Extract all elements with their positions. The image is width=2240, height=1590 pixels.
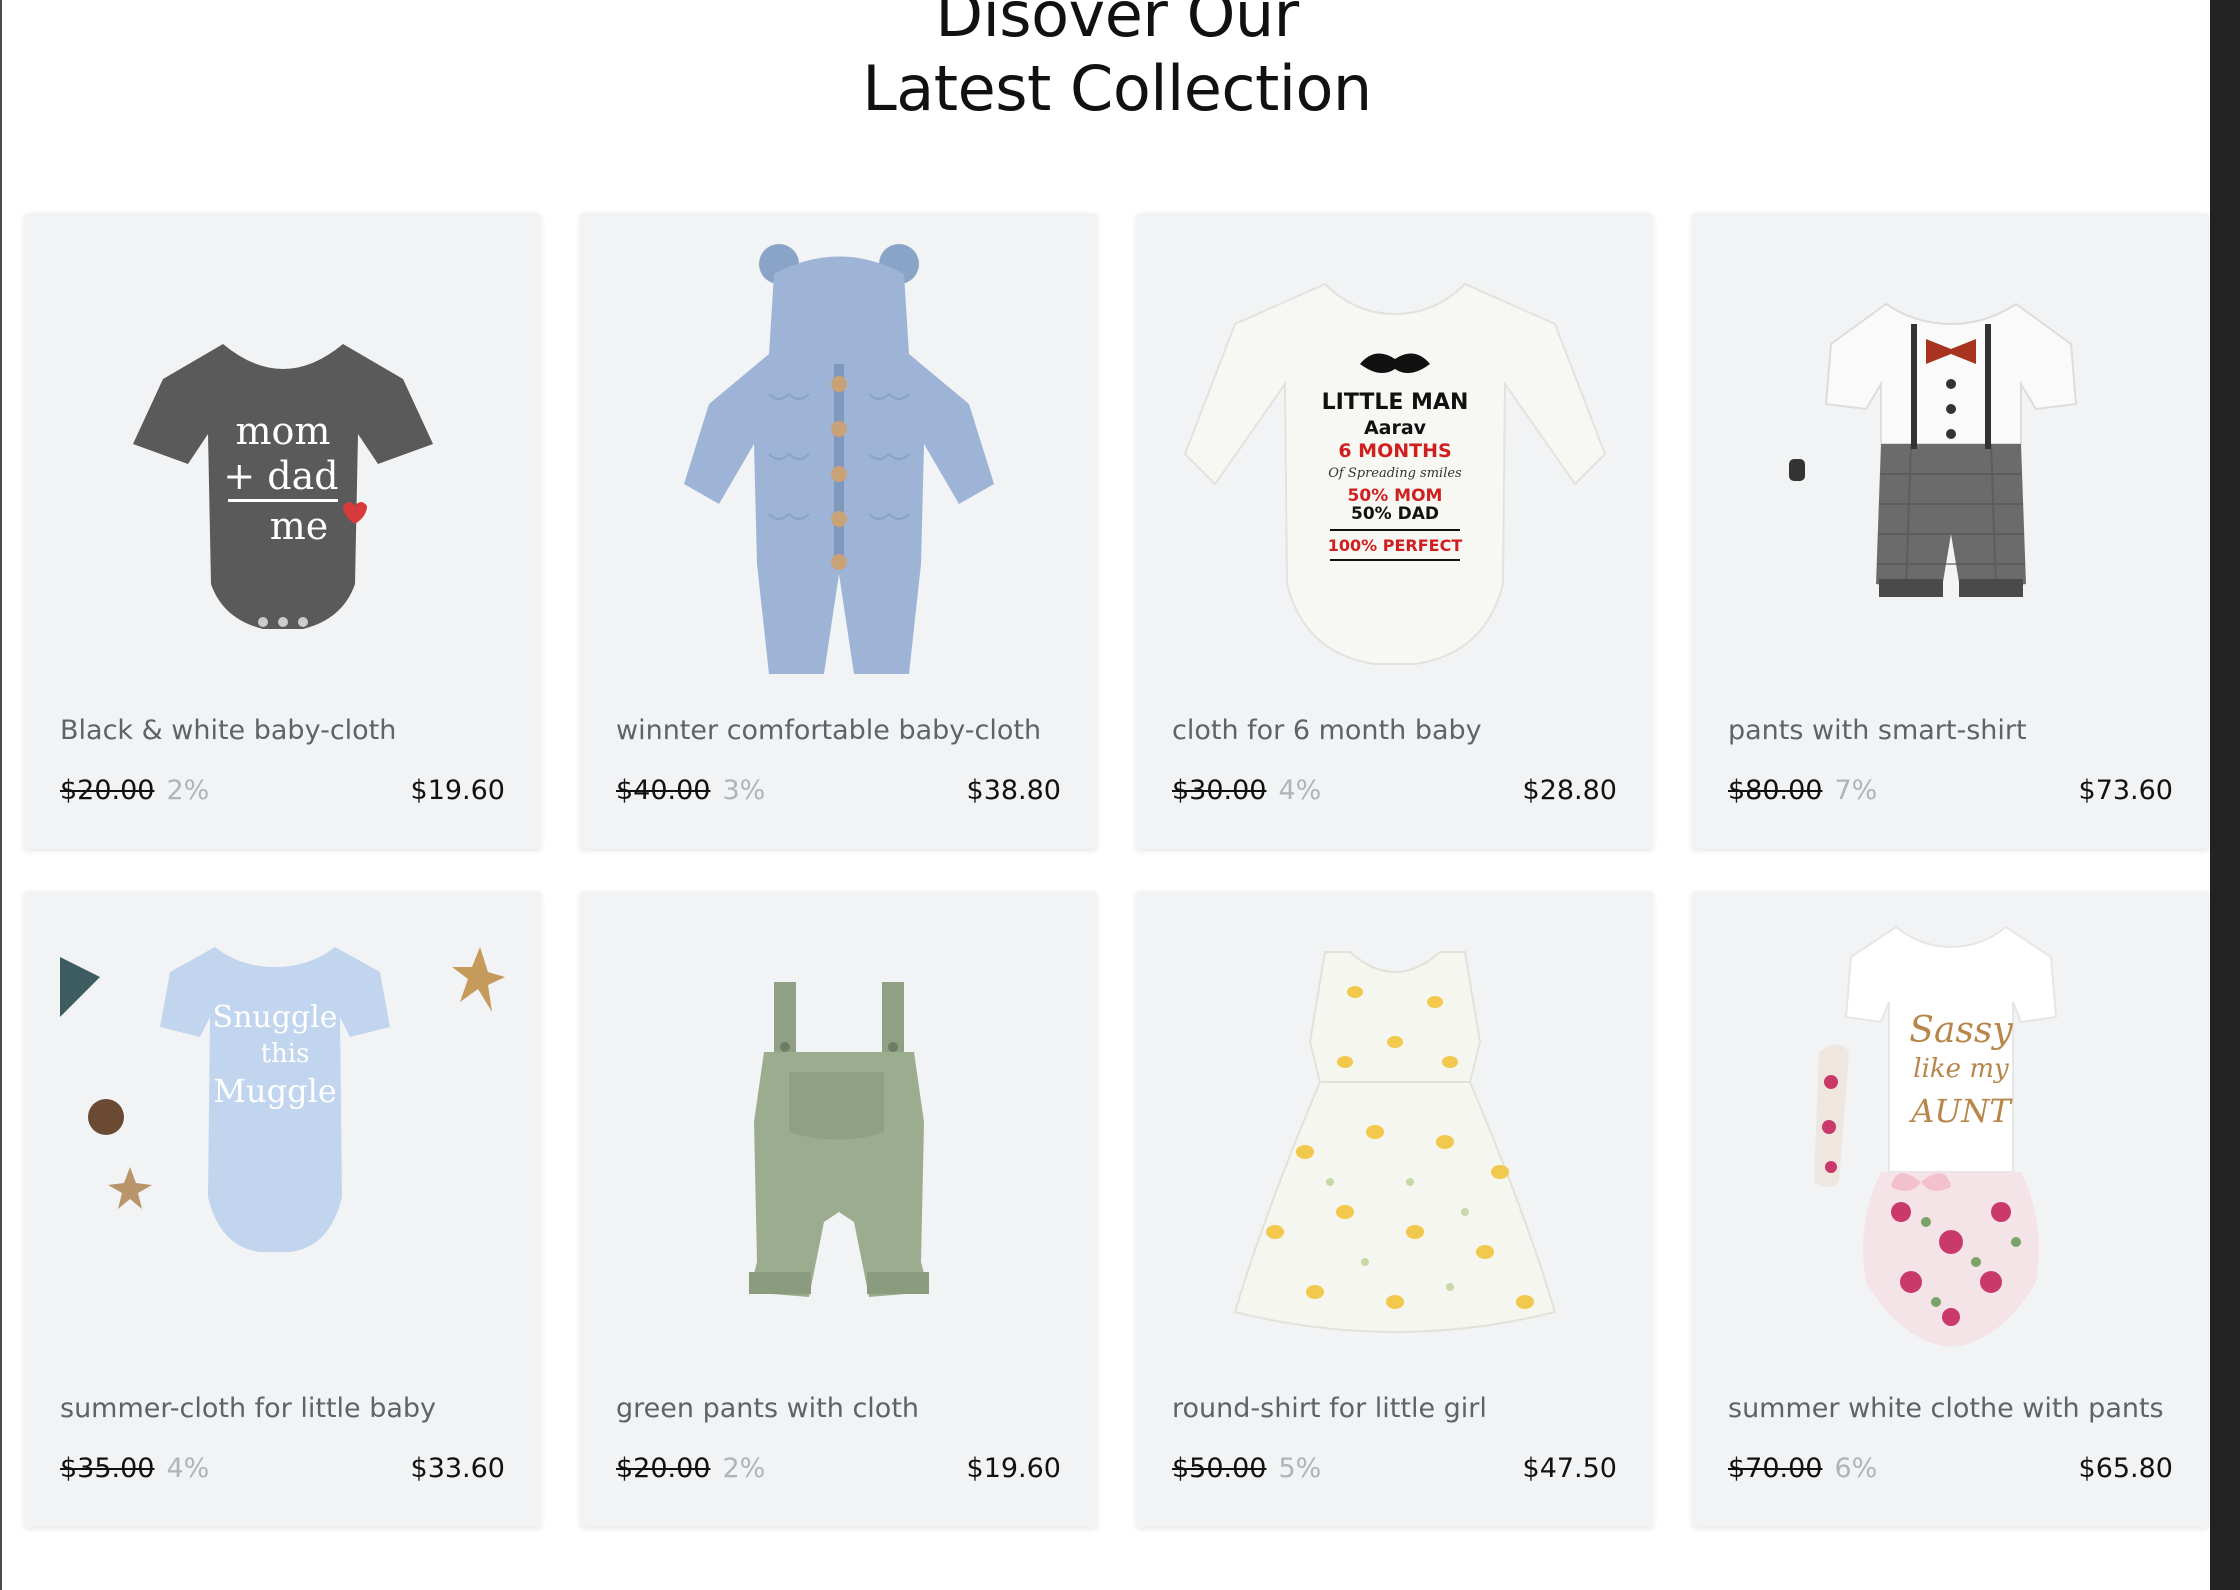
product-name[interactable]: cloth for 6 month baby bbox=[1172, 715, 1617, 746]
product-image[interactable]: Snuggle this Muggle bbox=[60, 927, 505, 1357]
discount-badge: 7% bbox=[1834, 775, 1878, 806]
product-name[interactable]: Black & white baby-cloth bbox=[60, 715, 505, 746]
window-left-border bbox=[0, 0, 2, 1590]
product-image[interactable]: LITTLE MAN Aarav 6 MONTHS Of Spreading s… bbox=[1172, 249, 1617, 679]
original-price: $30.00 bbox=[1172, 775, 1267, 806]
blue-knit-romper-image bbox=[683, 244, 994, 674]
bowtie-romper-image bbox=[1788, 302, 2077, 597]
onesie-text-4: Of Spreading smiles bbox=[1328, 466, 1462, 481]
green-overalls-image bbox=[748, 982, 929, 1297]
product-card[interactable]: mom + dad me Black & white baby-cloth $2… bbox=[24, 213, 541, 849]
onesie-text-7: 100% PERFECT bbox=[1327, 536, 1462, 555]
discount-badge: 5% bbox=[1278, 1453, 1322, 1484]
onesie-print-line2: + dad bbox=[223, 454, 338, 498]
sale-price: $28.80 bbox=[1522, 775, 1617, 806]
discount-badge: 4% bbox=[1278, 775, 1322, 806]
lemon-dress-image bbox=[1233, 951, 1556, 1333]
product-name[interactable]: winnter comfortable baby-cloth bbox=[616, 715, 1061, 746]
onesie-print-line2: like my bbox=[1913, 1054, 2009, 1084]
discount-badge: 3% bbox=[722, 775, 766, 806]
discount-badge: 2% bbox=[722, 1453, 766, 1484]
product-name[interactable]: summer white clothe with pants bbox=[1728, 1393, 2173, 1424]
onesie-print-line1: Sassy bbox=[1909, 1010, 2013, 1051]
product-name[interactable]: summer-cloth for little baby bbox=[60, 1393, 505, 1424]
product-image[interactable] bbox=[616, 244, 1061, 679]
onesie-print-line1: mom bbox=[235, 409, 330, 453]
sale-price: $73.60 bbox=[2078, 775, 2173, 806]
onesie-print-line2: this bbox=[261, 1039, 310, 1069]
product-image[interactable]: mom + dad me bbox=[60, 249, 505, 679]
product-image[interactable] bbox=[616, 927, 1061, 1357]
onesie-text-2: Aarav bbox=[1363, 417, 1426, 439]
product-grid: mom + dad me Black & white baby-cloth $2… bbox=[24, 213, 2210, 1528]
sale-price: $33.60 bbox=[410, 1453, 505, 1484]
product-image[interactable]: Sassy like my AUNT bbox=[1728, 925, 2173, 1357]
section-title-line2: Latest Collection bbox=[862, 52, 1372, 125]
original-price: $80.00 bbox=[1728, 775, 1823, 806]
product-name[interactable]: round-shirt for little girl bbox=[1172, 1393, 1617, 1424]
grey-onesie-image: mom + dad me bbox=[132, 344, 433, 629]
light-blue-onesie-image: Snuggle this Muggle bbox=[60, 947, 505, 1252]
price-row: $20.00 2% $19.60 bbox=[616, 1453, 1061, 1484]
original-price: $20.00 bbox=[616, 1453, 711, 1484]
onesie-text-3: 6 MONTHS bbox=[1338, 440, 1451, 462]
onesie-print-line3: AUNT bbox=[1908, 1092, 2013, 1130]
price-row: $30.00 4% $28.80 bbox=[1172, 775, 1617, 806]
original-price: $35.00 bbox=[60, 1453, 155, 1484]
product-card[interactable]: Snuggle this Muggle summer-cloth for lit… bbox=[24, 891, 541, 1527]
product-card[interactable]: Sassy like my AUNT summer white clothe w… bbox=[1692, 891, 2209, 1527]
sale-price: $38.80 bbox=[966, 775, 1061, 806]
sale-price: $19.60 bbox=[966, 1453, 1061, 1484]
product-image[interactable] bbox=[1172, 927, 1617, 1357]
price-row: $20.00 2% $19.60 bbox=[60, 775, 505, 806]
white-onesie-image: LITTLE MAN Aarav 6 MONTHS Of Spreading s… bbox=[1183, 282, 1606, 665]
product-image[interactable] bbox=[1728, 249, 2173, 679]
section-title-line1: Disover Our bbox=[935, 0, 1299, 51]
onesie-print-line1: Snuggle bbox=[213, 1000, 338, 1035]
price-row: $35.00 4% $33.60 bbox=[60, 1453, 505, 1484]
onesie-print-line3: me bbox=[269, 504, 328, 548]
product-card[interactable]: LITTLE MAN Aarav 6 MONTHS Of Spreading s… bbox=[1136, 213, 1653, 849]
product-name[interactable]: pants with smart-shirt bbox=[1728, 715, 2173, 746]
original-price: $40.00 bbox=[616, 775, 711, 806]
onesie-text-6: 50% DAD bbox=[1351, 504, 1439, 524]
onesie-text-1: LITTLE MAN bbox=[1321, 390, 1468, 415]
sale-price: $47.50 bbox=[1522, 1453, 1617, 1484]
original-price: $70.00 bbox=[1728, 1453, 1823, 1484]
onesie-print-line3: Muggle bbox=[213, 1072, 337, 1110]
sassy-onesie-image: Sassy like my AUNT bbox=[1813, 925, 2057, 1347]
product-card[interactable]: winnter comfortable baby-cloth $40.00 3%… bbox=[580, 213, 1097, 849]
onesie-text-5: 50% MOM bbox=[1347, 486, 1442, 506]
discount-badge: 6% bbox=[1834, 1453, 1878, 1484]
discount-badge: 2% bbox=[166, 775, 210, 806]
price-row: $50.00 5% $47.50 bbox=[1172, 1453, 1617, 1484]
original-price: $50.00 bbox=[1172, 1453, 1267, 1484]
discount-badge: 4% bbox=[166, 1453, 210, 1484]
price-row: $40.00 3% $38.80 bbox=[616, 775, 1061, 806]
product-card[interactable]: round-shirt for little girl $50.00 5% $4… bbox=[1136, 891, 1653, 1527]
section-title: Disover Our Latest Collection bbox=[0, 0, 2234, 126]
original-price: $20.00 bbox=[60, 775, 155, 806]
sale-price: $65.80 bbox=[2078, 1453, 2173, 1484]
product-name[interactable]: green pants with cloth bbox=[616, 1393, 1061, 1424]
sale-price: $19.60 bbox=[410, 775, 505, 806]
price-row: $70.00 6% $65.80 bbox=[1728, 1453, 2173, 1484]
window-right-edge bbox=[2210, 0, 2240, 1590]
price-row: $80.00 7% $73.60 bbox=[1728, 775, 2173, 806]
product-card[interactable]: pants with smart-shirt $80.00 7% $73.60 bbox=[1692, 213, 2209, 849]
product-card[interactable]: green pants with cloth $20.00 2% $19.60 bbox=[580, 891, 1097, 1527]
